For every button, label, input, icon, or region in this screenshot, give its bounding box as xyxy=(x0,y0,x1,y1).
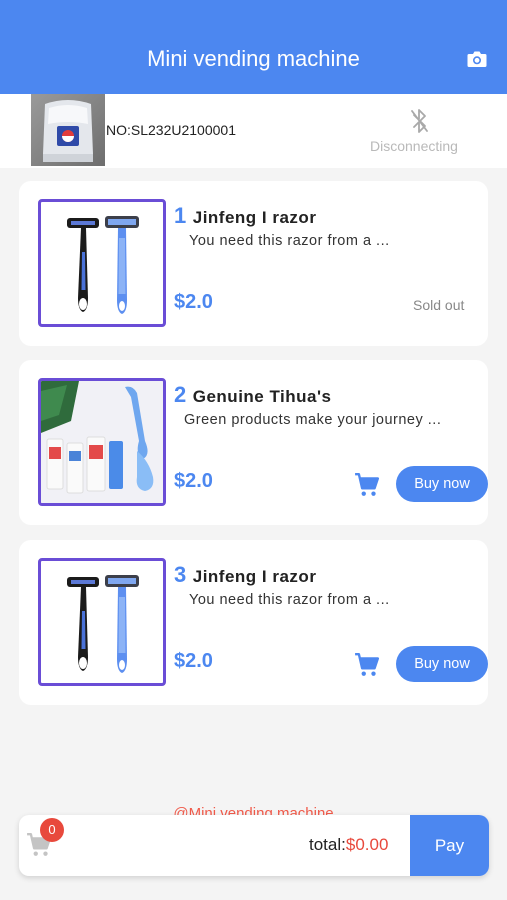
app-header: Mini vending machine xyxy=(0,0,507,94)
device-number: NO:SL232U2100001 xyxy=(106,122,236,138)
page-title: Mini vending machine xyxy=(147,46,360,71)
cart-count-badge: 0 xyxy=(40,818,64,842)
camera-icon[interactable] xyxy=(467,50,487,68)
buy-now-button[interactable]: Buy now xyxy=(396,466,488,502)
cart-bar: 0 total:$0.00 Pay xyxy=(19,815,489,876)
product-image xyxy=(38,199,166,327)
product-name: Genuine Tihua's xyxy=(192,387,332,406)
product-description: Green products make your journey ... xyxy=(184,412,442,428)
pay-button[interactable]: Pay xyxy=(410,815,489,876)
product-index: 1 xyxy=(174,203,187,228)
product-price: $2.0 xyxy=(174,650,213,672)
product-image xyxy=(38,558,166,686)
total-display: total:$0.00 xyxy=(309,835,388,855)
product-title: 3 Jinfeng I razor xyxy=(174,562,316,588)
total-value: $0.00 xyxy=(345,835,389,854)
product-card: 1 Jinfeng I razor You need this razor fro… xyxy=(19,181,488,346)
product-card: 2 Genuine Tihua's Green products make you… xyxy=(19,360,488,525)
connection-status: Disconnecting xyxy=(370,138,458,154)
bluetooth-off-icon xyxy=(411,109,428,133)
add-to-cart-icon[interactable] xyxy=(354,652,380,678)
product-name: Jinfeng I razor xyxy=(192,208,317,227)
product-name: Jinfeng I razor xyxy=(192,567,317,586)
product-description: You need this razor from a ... xyxy=(189,592,390,608)
product-title: 1 Jinfeng I razor xyxy=(174,203,316,229)
buy-now-button[interactable]: Buy now xyxy=(396,646,488,682)
product-index: 2 xyxy=(174,382,187,407)
product-price: $2.0 xyxy=(174,470,213,492)
sold-out-label: Sold out xyxy=(413,297,465,313)
add-to-cart-icon[interactable] xyxy=(354,472,380,498)
total-label: total: xyxy=(309,835,346,854)
device-bar: NO:SL232U2100001 Disconnecting xyxy=(0,94,507,168)
product-image xyxy=(38,378,166,506)
product-card: 3 Jinfeng I razor You need this razor fro… xyxy=(19,540,488,705)
product-price: $2.0 xyxy=(174,291,213,313)
product-title: 2 Genuine Tihua's xyxy=(174,382,332,408)
product-description: You need this razor from a ... xyxy=(189,233,390,249)
vending-machine-image xyxy=(31,94,105,166)
product-index: 3 xyxy=(174,562,187,587)
